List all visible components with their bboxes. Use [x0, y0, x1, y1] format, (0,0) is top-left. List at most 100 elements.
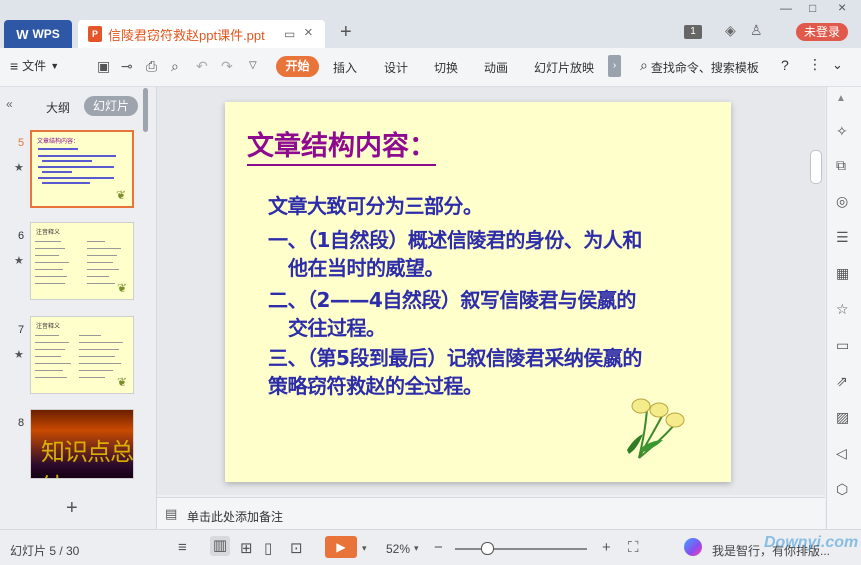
flower-icon: ❦ — [116, 375, 127, 389]
slide-body-line[interactable]: 二、（2——4自然段）叙写信陵君与侯嬴的 — [268, 284, 636, 313]
copy-icon[interactable]: ⧉ — [836, 157, 846, 174]
search-icon: ⌕ — [640, 57, 648, 73]
save-icon[interactable]: ▣ — [97, 58, 110, 75]
notes-pane[interactable]: ▤ 单击此处添加备注 — [157, 497, 825, 530]
menu-scroll-right-icon[interactable]: › — [608, 55, 621, 77]
wps-tab-label: WPS — [32, 27, 60, 41]
fit-window-icon[interactable]: ⛶ — [628, 539, 639, 556]
quick-access-more-icon[interactable]: ▽ — [249, 60, 257, 71]
collapse-panel-icon[interactable]: « — [6, 97, 13, 111]
reading-view-icon[interactable]: ▯ — [264, 539, 272, 557]
command-search[interactable]: ⌕ 查找命令、搜索模板 — [640, 57, 759, 76]
archive-icon[interactable]: ▭ — [836, 337, 849, 354]
flower-icon: ❦ — [116, 281, 127, 295]
slide-body-line[interactable]: 三、（第5段到最后）记叙信陵君采纳侯嬴的 — [268, 342, 642, 371]
tab-transition[interactable]: 切换 — [434, 59, 458, 76]
maximize-icon[interactable]: □ — [809, 1, 816, 15]
star-icon[interactable]: ☆ — [836, 301, 849, 318]
file-menu[interactable]: ≡ 文件 ▼ — [10, 57, 59, 74]
audio-icon[interactable]: ◁ — [836, 445, 847, 462]
zoom-level[interactable]: 52% — [386, 542, 410, 556]
undo-icon[interactable]: ↶ — [196, 58, 208, 75]
thumb-title: 文章结构内容： — [37, 139, 80, 145]
slide-body-line[interactable]: 一、（1自然段）概述信陵君的身份、为人和 — [268, 224, 642, 253]
slide-body-line[interactable]: 文章大致可分为三部分。 — [268, 190, 483, 219]
slide-body-line[interactable]: 策略窃符救赵的全过程。 — [268, 370, 483, 399]
status-bar: 幻灯片 5 / 30 ≡ ▥ ⊞ ▯ ⊡ ▶ ▾ 52% ▾ − + ⛶ 我是智… — [0, 529, 861, 565]
ppt-file-icon: P — [88, 26, 102, 42]
slide-sorter-icon[interactable]: ⊞ — [240, 539, 253, 557]
monitor-icon[interactable]: ▭ — [284, 27, 295, 41]
zoom-slider[interactable] — [455, 548, 587, 550]
slide-thumbnail-7[interactable]: 注音释义 ❦ — [30, 316, 134, 394]
thumbnail-scrollbar[interactable] — [143, 88, 148, 132]
right-toolbar: ▲ ✧ ⧉ ◎ ☰ ▦ ☆ ▭ ⇗ ▨ ◁ ⬡ — [826, 87, 861, 529]
login-button[interactable]: 未登录 — [796, 23, 848, 41]
chevron-down-icon: ▼ — [50, 60, 60, 71]
thumb-number: 6 — [18, 230, 25, 242]
title-bar: W WPS P 信陵君窃符救赵ppt课件.ppt ▭ × + 1 ◈ ♙ 未登录… — [0, 0, 861, 48]
command-search-label: 查找命令、搜索模板 — [650, 61, 759, 75]
adjust-icon[interactable]: ☰ — [836, 229, 849, 246]
print-icon[interactable]: ⎙ — [146, 58, 157, 75]
slide-title[interactable]: 文章结构内容： — [247, 124, 436, 166]
presenter-icon[interactable]: ⊡ — [290, 539, 303, 557]
zoom-out-icon[interactable]: − — [434, 539, 443, 556]
shape-icon[interactable]: ◎ — [836, 193, 848, 210]
close-window-icon[interactable]: × — [838, 0, 846, 15]
tab-slides[interactable]: 幻灯片 — [84, 96, 138, 116]
slide-body-line[interactable]: 他在当时的威望。 — [288, 252, 445, 281]
tab-slideshow[interactable]: 幻灯片放映 — [534, 59, 594, 76]
print-preview-icon[interactable]: ⌕ — [171, 58, 179, 75]
assistant-icon[interactable] — [684, 538, 702, 556]
notes-toggle-icon[interactable]: ≡ — [178, 539, 187, 556]
notes-placeholder[interactable]: 单击此处添加备注 — [187, 508, 283, 525]
tab-home[interactable]: 开始 — [276, 56, 319, 77]
animation-star-icon: ★ — [14, 255, 24, 267]
tulip-clipart-icon[interactable] — [619, 390, 691, 462]
format-painter-icon[interactable]: ⊸ — [121, 58, 133, 75]
image-icon[interactable]: ▨ — [836, 409, 849, 426]
shield-icon[interactable]: ⬡ — [836, 481, 848, 498]
play-options-chevron-icon[interactable]: ▾ — [362, 543, 367, 554]
magic-wand-icon[interactable]: ✧ — [836, 123, 848, 140]
document-tab[interactable]: P 信陵君窃符救赵ppt课件.ppt ▭ × — [78, 20, 325, 48]
wps-home-tab[interactable]: W WPS — [4, 20, 72, 48]
thumb-number: 5 — [18, 137, 25, 149]
hamburger-icon: ≡ — [10, 57, 19, 74]
share-icon[interactable]: ⇗ — [836, 373, 848, 390]
redo-icon[interactable]: ↷ — [221, 58, 233, 75]
thumb-title: 知识点总结 — [41, 438, 133, 478]
zoom-slider-handle[interactable] — [481, 542, 494, 555]
animation-star-icon: ★ — [14, 162, 24, 174]
zoom-chevron-icon[interactable]: ▾ — [414, 543, 419, 554]
current-slide[interactable]: 文章结构内容： 文章大致可分为三部分。 一、（1自然段）概述信陵君的身份、为人和… — [225, 102, 731, 482]
tab-animation[interactable]: 动画 — [484, 59, 508, 76]
play-slideshow-button[interactable]: ▶ — [325, 536, 357, 558]
slide-thumbnail-5[interactable]: 文章结构内容： ❦ — [30, 130, 134, 208]
slide-thumbnail-6[interactable]: 注音释义 ❦ — [30, 222, 134, 300]
close-tab-icon[interactable]: × — [304, 24, 313, 41]
slide-thumbnail-panel: « 大纲 幻灯片 5 ★ 文章结构内容： ❦ 6 ★ 注音释义 ❦ 7 ★ 注音… — [0, 87, 157, 529]
canvas-scrollbar[interactable] — [810, 150, 822, 184]
new-tab-icon[interactable]: + — [340, 21, 352, 44]
image-gallery-icon[interactable]: ▦ — [836, 265, 849, 282]
collapse-ribbon-icon[interactable]: ⌄ — [832, 57, 843, 73]
file-menu-label: 文件 — [22, 59, 47, 73]
tab-outline[interactable]: 大纲 — [46, 99, 70, 116]
slide-thumbnail-8[interactable]: 知识点总结 — [30, 409, 134, 479]
zoom-in-icon[interactable]: + — [602, 539, 611, 556]
animation-star-icon: ★ — [14, 349, 24, 361]
shirt-icon[interactable]: ♙ — [750, 22, 763, 39]
minimize-icon[interactable]: — — [780, 1, 792, 15]
skin-icon[interactable]: ◈ — [725, 22, 736, 39]
tab-design[interactable]: 设计 — [384, 59, 408, 76]
more-options-icon[interactable]: ⋮ — [808, 56, 822, 73]
help-icon[interactable]: ? — [781, 57, 789, 73]
normal-view-icon[interactable]: ▥ — [210, 536, 230, 556]
tab-insert[interactable]: 插入 — [333, 59, 357, 76]
scroll-up-icon[interactable]: ▲ — [836, 93, 846, 104]
tab-count-badge[interactable]: 1 — [684, 25, 702, 39]
slide-body-line[interactable]: 交往过程。 — [288, 312, 386, 341]
add-slide-icon[interactable]: + — [66, 497, 78, 520]
